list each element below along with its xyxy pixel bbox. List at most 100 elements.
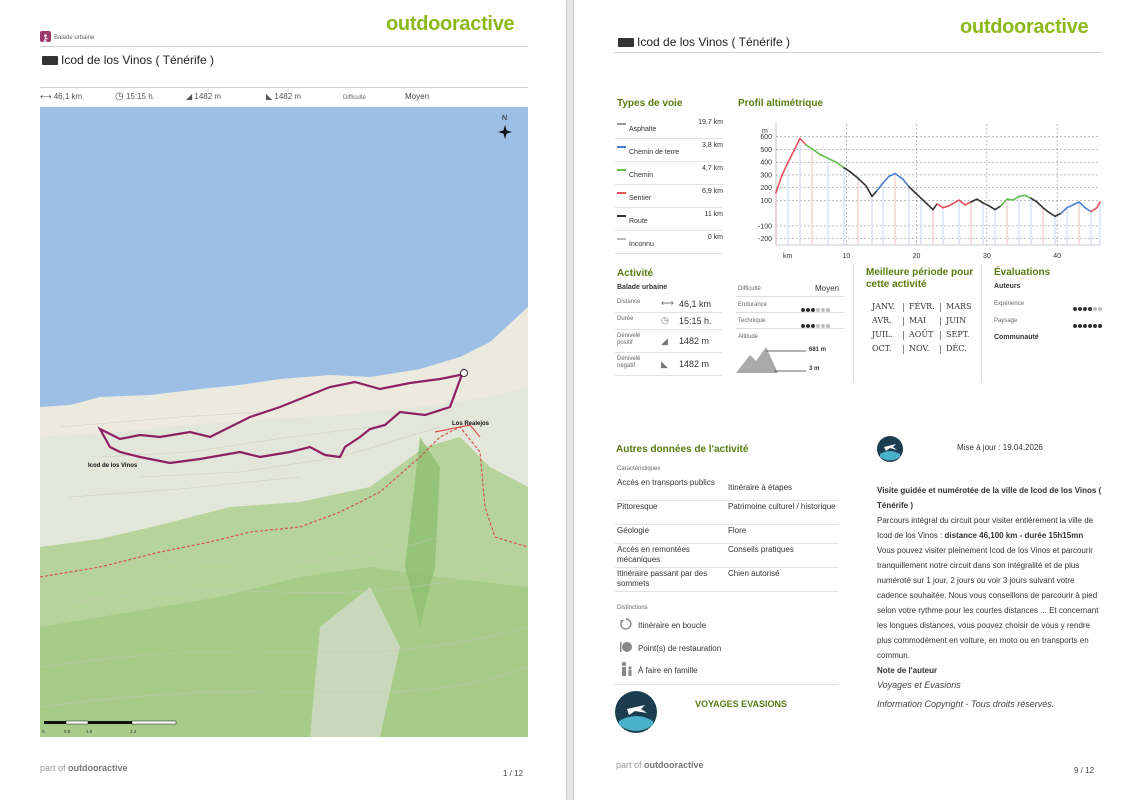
activity-row-label: Dénivelé négatif bbox=[617, 356, 641, 369]
voie-color-swatch bbox=[617, 169, 626, 171]
characteristic-item: Géologie bbox=[617, 526, 650, 535]
technique-rating bbox=[800, 315, 830, 333]
distance-icon: ⟷ bbox=[40, 92, 52, 101]
voie-value: 0 km bbox=[707, 234, 723, 241]
flag-icon bbox=[618, 38, 634, 47]
loop-icon bbox=[619, 617, 633, 631]
characteristic-item: Conseils pratiques bbox=[728, 545, 794, 554]
page-title: Icod de los Vinos ( Ténérife ) bbox=[637, 35, 790, 49]
scale-2: 1.6 bbox=[86, 729, 93, 734]
experience-label: Expérience bbox=[994, 301, 1025, 307]
characteristic-divider bbox=[615, 500, 838, 501]
activite-title: Activité bbox=[617, 268, 654, 279]
month-cell: SEPT. bbox=[946, 330, 970, 339]
x-tick-label: 40 bbox=[1053, 253, 1061, 260]
distance-icon: ⟷ bbox=[661, 298, 674, 308]
descent-stat: ◣ 1482 m bbox=[266, 92, 302, 101]
activity-row-label: Distance bbox=[617, 299, 641, 305]
voie-label: Inconnu bbox=[629, 241, 654, 248]
activity-row: Dénivelé positif ◢ 1482 m bbox=[615, 330, 723, 353]
auteurs-label: Auteurs bbox=[994, 283, 1021, 290]
brand-logo: outdooractive bbox=[386, 13, 515, 35]
month-separator bbox=[903, 317, 904, 326]
route-map[interactable]: Icod de los Vinos Los Realejos N 0 0.8 1… bbox=[40, 107, 528, 737]
y-tick-label: -200 bbox=[758, 236, 772, 243]
month-separator bbox=[940, 317, 941, 326]
month-cell: DÉC. bbox=[946, 344, 967, 353]
distinction-restaurant: Point(s) de restauration bbox=[638, 644, 722, 653]
family-icon bbox=[619, 661, 633, 677]
ascent-icon: ◢ bbox=[186, 92, 193, 101]
characteristic-item: Patrimoine culturel / historique bbox=[728, 502, 836, 511]
duration-stat: ◷ 15:15 h. bbox=[115, 91, 155, 102]
voie-value: 19,7 km bbox=[698, 119, 723, 126]
y-tick-label: 500 bbox=[760, 147, 772, 154]
month-separator bbox=[940, 303, 941, 312]
activity-row: Durée ◷ 15:15 h. bbox=[615, 313, 723, 330]
clock-icon: ◷ bbox=[115, 91, 124, 102]
month-cell: JANV. bbox=[872, 302, 895, 311]
voie-value: 6,9 km bbox=[701, 188, 723, 195]
author-name[interactable]: VOYAGES EVASIONS bbox=[695, 699, 787, 709]
experience-dot bbox=[1078, 307, 1082, 311]
characteristic-divider bbox=[615, 567, 838, 568]
voie-label: Asphalte bbox=[629, 126, 657, 133]
month-cell: AVR. bbox=[872, 316, 892, 325]
copyright-text: Information Copyright - Tous droits rése… bbox=[877, 699, 1055, 709]
voie-row: Asphalte 19,7 km bbox=[615, 116, 723, 139]
month-separator bbox=[903, 345, 904, 354]
paysage-dot bbox=[1088, 324, 1092, 328]
month-separator bbox=[903, 303, 904, 312]
update-date: Mise à jour : 19.04.2026 bbox=[957, 443, 1043, 452]
map-town-realejos: Los Realejos bbox=[452, 421, 490, 427]
month-cell: MAI bbox=[909, 316, 927, 325]
brand-logo: outdooractive bbox=[960, 16, 1089, 38]
voie-color-swatch bbox=[617, 192, 626, 194]
month-cell: JUIL. bbox=[872, 330, 893, 339]
evaluations-title: Évaluations bbox=[994, 267, 1051, 278]
characteristic-item: Flore bbox=[728, 526, 747, 535]
voie-color-swatch bbox=[617, 215, 626, 217]
clock-icon: ◷ bbox=[661, 315, 669, 325]
paysage-dot bbox=[1073, 324, 1077, 328]
note-author: Voyages et Evasions bbox=[877, 680, 961, 690]
voie-label: Chemin bbox=[629, 172, 654, 179]
voie-value: 11 km bbox=[704, 211, 723, 218]
experience-dot bbox=[1088, 307, 1092, 311]
month-separator bbox=[940, 345, 941, 354]
author-avatar-small bbox=[877, 436, 903, 462]
descent-icon: ◣ bbox=[266, 92, 273, 101]
characteristic-divider bbox=[615, 543, 838, 544]
experience-dot bbox=[1098, 307, 1102, 311]
footer-part-of: part of outdooractive bbox=[40, 763, 128, 773]
experience-dot bbox=[1083, 307, 1087, 311]
month-cell: NOV. bbox=[909, 344, 930, 353]
difficulty-label: Difficulté bbox=[343, 95, 366, 101]
experience-dot bbox=[1073, 307, 1077, 311]
communaute-label: Communauté bbox=[994, 334, 1039, 341]
characteristic-item: Itinéraire passant par des sommets bbox=[617, 569, 708, 588]
paysage-dot bbox=[1078, 324, 1082, 328]
voie-color-swatch bbox=[617, 238, 626, 240]
paysage-dot bbox=[1098, 324, 1102, 328]
characteristic-item: Accès en remontées mécaniques bbox=[617, 545, 690, 564]
y-tick-label: 600 bbox=[760, 134, 772, 141]
walker-icon bbox=[40, 31, 51, 44]
technique-label: Technique bbox=[738, 318, 766, 324]
activity-row: Dénivelé négatif ◣ 1482 m bbox=[615, 353, 723, 376]
author-avatar[interactable] bbox=[615, 691, 657, 733]
types-de-voie-title: Types de voie bbox=[617, 98, 683, 109]
month-cell: AOÛT bbox=[909, 330, 934, 339]
x-unit-label: km bbox=[783, 253, 793, 260]
month-grid: JANV. FÉVR. MARS AVR. MAI JUIN JUIL. AOÛT SEPT. O… bbox=[872, 302, 982, 362]
voie-label: Sentier bbox=[629, 195, 652, 202]
page-number: 9 / 12 bbox=[1074, 766, 1095, 775]
difficulty-value: Moyen bbox=[405, 92, 430, 101]
flag-icon bbox=[42, 56, 58, 65]
y-tick-label: 100 bbox=[760, 198, 772, 205]
y-tick-label: 400 bbox=[760, 160, 772, 167]
map-town-icod: Icod de los Vinos bbox=[88, 463, 138, 469]
distinction-loop: Itinéraire en boucle bbox=[638, 621, 707, 630]
altitude-label: Altitude bbox=[738, 334, 759, 340]
voie-label: Chemin de terre bbox=[629, 149, 680, 156]
